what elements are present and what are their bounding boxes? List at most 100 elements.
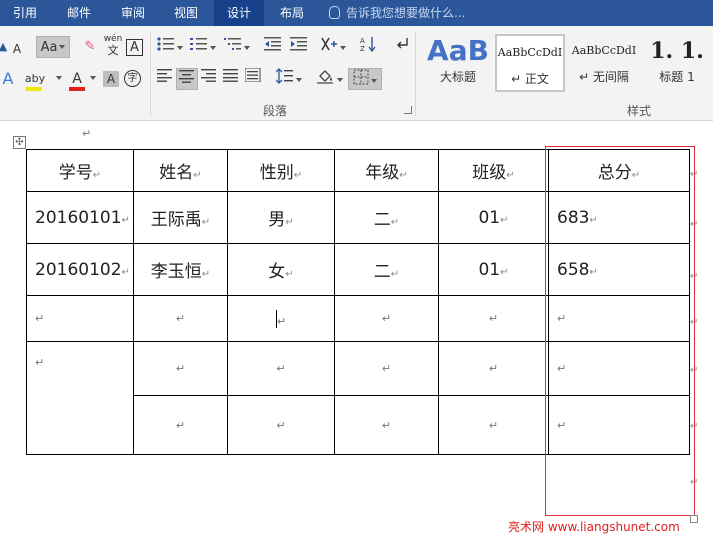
style-title[interactable]: AaB 大标题 <box>423 34 493 92</box>
enclose-characters-button[interactable]: 字 <box>124 70 141 87</box>
style-heading-1-name: 标题 1 <box>659 70 695 84</box>
character-border-button[interactable]: A <box>126 39 143 56</box>
cell-mark: ↵ <box>381 312 392 325</box>
empty-cell[interactable]: ↵ <box>133 341 228 396</box>
style-heading-1[interactable]: 1. 1. 标题 1 <box>641 34 713 92</box>
lightbulb-icon <box>329 6 340 19</box>
distributed-icon <box>244 67 261 83</box>
empty-cell[interactable]: ↵ <box>227 341 335 396</box>
cell-mark: ↵ <box>500 214 509 226</box>
cell-mark: ↵ <box>506 170 515 181</box>
chevron-down-icon <box>90 76 96 80</box>
distributed-button[interactable] <box>244 67 262 90</box>
justify-button[interactable] <box>222 68 240 90</box>
table-cell[interactable]: 01↵ <box>438 191 549 244</box>
table-cell[interactable]: 男↵ <box>227 191 335 244</box>
header-cell[interactable]: 学号↵ <box>26 149 134 192</box>
cell-mark: ↵ <box>35 356 45 369</box>
clear-formatting-button[interactable]: ✎ <box>80 36 100 58</box>
tab-review[interactable]: 审阅 <box>108 0 158 26</box>
cell-mark: ↵ <box>201 217 211 228</box>
sort-button[interactable]: AZ <box>358 36 380 58</box>
tab-view[interactable]: 视图 <box>162 0 210 26</box>
table-cell[interactable]: 女↵ <box>227 243 335 296</box>
tab-design[interactable]: 设计 <box>214 0 264 26</box>
table-cell[interactable]: 李玉恒↵ <box>133 243 228 296</box>
table-cell[interactable]: 二↵ <box>334 191 439 244</box>
tab-references[interactable]: 引用 <box>0 0 50 26</box>
header-cell[interactable]: 年级↵ <box>334 149 439 192</box>
align-left-icon <box>157 69 172 82</box>
line-spacing-button[interactable] <box>274 68 304 90</box>
empty-cell[interactable]: ↵ <box>334 341 439 396</box>
table-cell[interactable]: 20160102↵ <box>26 243 134 296</box>
bullets-button[interactable] <box>156 36 184 58</box>
show-hide-marks-button[interactable] <box>392 36 412 58</box>
empty-cell[interactable]: ↵ <box>26 295 134 342</box>
tab-mailings[interactable]: 邮件 <box>54 0 104 26</box>
style-normal-name: ↵ 正文 <box>511 72 549 86</box>
enclose-label: 字 <box>127 73 138 84</box>
empty-cell[interactable]: ↵ <box>438 341 549 396</box>
style-title-sample: AaB <box>427 34 489 67</box>
header-cell[interactable]: 姓名↵ <box>133 149 228 192</box>
empty-cell[interactable]: ↵ <box>438 395 549 455</box>
table-cell[interactable]: 01↵ <box>438 243 549 296</box>
table-move-handle[interactable]: ✣ <box>13 136 26 149</box>
chevron-down-icon <box>244 46 250 50</box>
shrink-font-button[interactable]: A <box>10 38 24 60</box>
character-shading-button[interactable]: A <box>103 71 119 87</box>
decrease-indent-button[interactable] <box>262 36 284 58</box>
empty-cell[interactable]: ↵ <box>334 295 439 342</box>
chevron-down-icon <box>371 79 377 83</box>
cell-name: 王际禹 <box>150 210 202 230</box>
align-center-button[interactable] <box>176 68 198 90</box>
empty-cell-with-cursor[interactable]: ↵ <box>227 295 335 342</box>
chevron-down-icon <box>210 46 216 50</box>
style-normal[interactable]: AaBbCcDdI ↵ 正文 <box>495 34 565 92</box>
empty-cell[interactable]: ↵ <box>133 295 228 342</box>
empty-cell[interactable]: ↵ <box>133 395 228 455</box>
align-left-button[interactable] <box>156 68 174 90</box>
merged-cell[interactable]: ↵ <box>26 341 134 455</box>
align-right-button[interactable] <box>200 68 218 90</box>
chevron-down-icon <box>177 46 183 50</box>
tell-me-search[interactable]: 告诉我您想要做什么... <box>329 0 465 26</box>
table-cell[interactable]: 20160101↵ <box>26 191 134 244</box>
cell-mark: ↵ <box>500 266 509 278</box>
grow-font-icon[interactable]: ▲ <box>0 36 8 58</box>
table-cell[interactable]: 王际禹↵ <box>133 191 228 244</box>
style-no-spacing[interactable]: AaBbCcDdI ↵ 无间隔 <box>569 34 639 92</box>
increase-indent-icon <box>290 37 307 51</box>
multilevel-list-button[interactable] <box>222 36 252 58</box>
eraser-icon: ✎ <box>84 39 96 54</box>
cell-student-id: 20160102 <box>35 259 122 280</box>
empty-cell[interactable]: ↵ <box>227 395 335 455</box>
font-color-button[interactable]: A <box>66 68 88 91</box>
text-effects-button[interactable]: A <box>0 68 16 90</box>
borders-button[interactable] <box>348 68 382 90</box>
styles-group-label: 样式 <box>627 104 652 118</box>
shading-button[interactable] <box>314 68 346 90</box>
justify-icon <box>223 69 238 82</box>
table-cell[interactable]: 二↵ <box>334 243 439 296</box>
increase-indent-button[interactable] <box>288 36 310 58</box>
cell-mark: ↵ <box>381 362 392 375</box>
phonetic-guide-button[interactable]: wén 文 <box>102 34 124 58</box>
cell-mark: ↵ <box>276 418 286 432</box>
tab-layout[interactable]: 布局 <box>266 0 318 26</box>
header-cell[interactable]: 性别↵ <box>227 149 335 192</box>
empty-cell[interactable]: ↵ <box>334 395 439 455</box>
ribbon-tab-bar: 引用 邮件 审阅 视图 设计 布局 告诉我您想要做什么... <box>0 0 713 26</box>
cell-mark: ↵ <box>381 418 392 432</box>
empty-cell[interactable]: ↵ <box>438 295 549 342</box>
paragraph-dialog-launcher[interactable] <box>404 106 412 114</box>
table-resize-handle[interactable] <box>690 515 698 523</box>
header-cell[interactable]: 班级↵ <box>438 149 549 192</box>
highlight-dropdown[interactable] <box>54 68 62 90</box>
font-color-dropdown[interactable] <box>88 68 96 90</box>
text-highlight-button[interactable]: aby <box>22 68 48 91</box>
change-case-button[interactable]: Aa <box>36 36 70 58</box>
chinese-layout-button[interactable] <box>318 36 348 58</box>
numbering-button[interactable] <box>189 36 217 58</box>
